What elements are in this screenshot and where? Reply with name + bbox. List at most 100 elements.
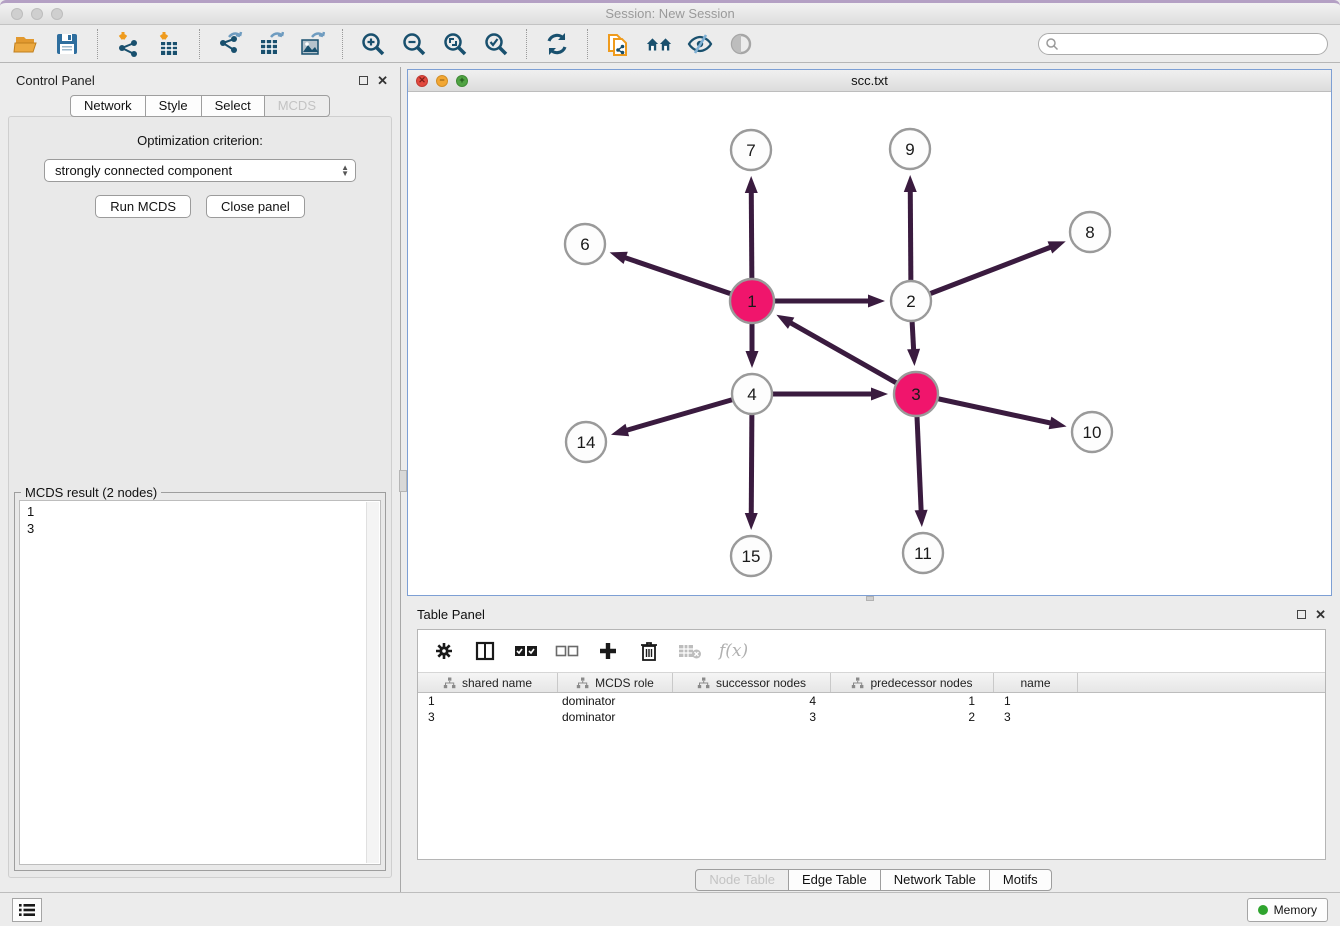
mcds-result-item[interactable]: 3 bbox=[20, 520, 380, 537]
graph-node-label-1: 1 bbox=[747, 292, 756, 311]
toolbar-separator bbox=[587, 29, 588, 59]
graph-edge-2-8[interactable] bbox=[911, 247, 1052, 301]
toolbar-separator bbox=[97, 29, 98, 59]
vertical-splitter-handle[interactable] bbox=[399, 470, 407, 492]
toolbar-separator bbox=[526, 29, 527, 59]
mcds-result-group: MCDS result (2 nodes) 1 3 bbox=[14, 492, 386, 871]
select-chevrons-icon: ▲▼ bbox=[341, 165, 349, 177]
table-header-row: shared name MCDS role bbox=[418, 672, 1325, 693]
column-header-successor-nodes[interactable]: successor nodes bbox=[673, 673, 831, 692]
zoom-in-icon[interactable] bbox=[359, 30, 387, 58]
network-window-title: scc.txt bbox=[408, 73, 1331, 88]
open-session-icon[interactable] bbox=[12, 30, 40, 58]
result-scrollbar[interactable] bbox=[366, 502, 379, 863]
export-image-icon[interactable] bbox=[298, 30, 326, 58]
table-panel: Table Panel ✕ bbox=[407, 601, 1340, 892]
duplicate-network-icon[interactable] bbox=[604, 30, 632, 58]
right-column: ✕ − + scc.txt 1234678910111415 Table Pan… bbox=[407, 67, 1340, 892]
show-columns-icon[interactable] bbox=[473, 639, 497, 663]
add-column-icon[interactable] bbox=[596, 639, 620, 663]
table-row[interactable]: 1 dominator 4 1 1 bbox=[418, 693, 1325, 709]
deselect-all-icon[interactable] bbox=[555, 639, 579, 663]
tab-mcds[interactable]: MCDS bbox=[264, 95, 330, 117]
gear-icon[interactable] bbox=[432, 639, 456, 663]
save-session-icon[interactable] bbox=[53, 30, 81, 58]
graph-node-label-14: 14 bbox=[577, 433, 596, 452]
memory-button[interactable]: Memory bbox=[1247, 898, 1328, 922]
tab-motifs[interactable]: Motifs bbox=[989, 869, 1052, 891]
run-mcds-button[interactable]: Run MCDS bbox=[95, 195, 191, 218]
criterion-value: strongly connected component bbox=[55, 163, 341, 178]
optimization-criterion-label: Optimization criterion: bbox=[137, 133, 263, 148]
criterion-select[interactable]: strongly connected component ▲▼ bbox=[44, 159, 356, 182]
export-network-icon[interactable] bbox=[216, 30, 244, 58]
search-input[interactable] bbox=[1038, 33, 1328, 55]
network-view-window: ✕ − + scc.txt 1234678910111415 bbox=[407, 69, 1332, 596]
graph-node-label-3: 3 bbox=[911, 385, 920, 404]
window-titlebar: Session: New Session bbox=[0, 0, 1340, 25]
graph-node-label-2: 2 bbox=[906, 292, 915, 311]
graph-edge-arrow-icon bbox=[610, 252, 628, 264]
column-header-predecessor-nodes[interactable]: predecessor nodes bbox=[831, 673, 994, 692]
tab-style[interactable]: Style bbox=[145, 95, 202, 117]
close-panel-icon[interactable]: ✕ bbox=[377, 74, 388, 87]
column-header-shared-name[interactable]: shared name bbox=[418, 673, 558, 692]
search-icon bbox=[1045, 37, 1059, 51]
zoom-fit-icon[interactable] bbox=[441, 30, 469, 58]
node-table: f(x) shared name bbox=[417, 629, 1326, 860]
apply-layout-icon[interactable] bbox=[543, 30, 571, 58]
graph-node-label-10: 10 bbox=[1083, 423, 1102, 442]
close-panel-button[interactable]: Close panel bbox=[206, 195, 305, 218]
graph-node-label-4: 4 bbox=[747, 385, 756, 404]
hierarchy-icon bbox=[697, 677, 710, 689]
first-neighbors-icon[interactable] bbox=[645, 30, 673, 58]
graph-edge-arrow-icon bbox=[776, 315, 794, 329]
tab-edge-table[interactable]: Edge Table bbox=[788, 869, 881, 891]
hide-selected-icon[interactable] bbox=[686, 30, 714, 58]
column-header-mcds-role[interactable]: MCDS role bbox=[558, 673, 673, 692]
tab-network-table[interactable]: Network Table bbox=[880, 869, 990, 891]
select-all-icon[interactable] bbox=[514, 639, 538, 663]
mcds-result-list: 1 3 bbox=[19, 500, 381, 865]
tab-network[interactable]: Network bbox=[70, 95, 146, 117]
mcds-result-item[interactable]: 1 bbox=[20, 503, 380, 520]
graph-edge-arrow-icon bbox=[915, 510, 928, 527]
zoom-out-icon[interactable] bbox=[400, 30, 428, 58]
graph-edge-arrow-icon bbox=[871, 388, 888, 401]
hierarchy-icon bbox=[443, 677, 456, 689]
show-all-icon[interactable] bbox=[727, 30, 755, 58]
delete-table-icon bbox=[678, 639, 702, 663]
float-panel-icon[interactable] bbox=[359, 76, 368, 85]
table-panel-title: Table Panel bbox=[417, 607, 485, 622]
graph-node-label-7: 7 bbox=[746, 141, 755, 160]
import-table-icon[interactable] bbox=[155, 30, 183, 58]
graph-edge-arrow-icon bbox=[746, 351, 759, 368]
network-canvas-svg: 1234678910111415 bbox=[408, 92, 1331, 595]
hierarchy-icon bbox=[851, 677, 864, 689]
export-table-icon[interactable] bbox=[257, 30, 285, 58]
table-toolbar: f(x) bbox=[418, 630, 1325, 672]
import-network-icon[interactable] bbox=[114, 30, 142, 58]
function-builder-icon: f(x) bbox=[719, 641, 748, 661]
zoom-selected-icon[interactable] bbox=[482, 30, 510, 58]
graph-node-label-11: 11 bbox=[914, 544, 932, 563]
column-header-name[interactable]: name bbox=[994, 673, 1078, 692]
main-toolbar bbox=[0, 25, 1340, 63]
graph-edge-arrow-icon bbox=[868, 295, 885, 308]
window-title: Session: New Session bbox=[0, 6, 1340, 21]
control-panel: Control Panel ✕ Network Style Select MCD… bbox=[0, 67, 401, 892]
network-canvas[interactable]: 1234678910111415 bbox=[408, 92, 1331, 595]
main-area: Control Panel ✕ Network Style Select MCD… bbox=[0, 67, 1340, 892]
graph-edge-arrow-icon bbox=[1049, 417, 1067, 430]
table-row[interactable]: 3 dominator 3 2 3 bbox=[418, 709, 1325, 725]
close-table-panel-icon[interactable]: ✕ bbox=[1315, 608, 1326, 621]
task-history-button[interactable] bbox=[12, 898, 42, 922]
float-table-panel-icon[interactable] bbox=[1297, 610, 1306, 619]
memory-status-icon bbox=[1258, 905, 1268, 915]
graph-node-label-8: 8 bbox=[1085, 223, 1094, 242]
hierarchy-icon bbox=[576, 677, 589, 689]
tab-select[interactable]: Select bbox=[201, 95, 265, 117]
memory-label: Memory bbox=[1274, 903, 1317, 917]
delete-column-icon[interactable] bbox=[637, 639, 661, 663]
tab-node-table[interactable]: Node Table bbox=[695, 869, 789, 891]
